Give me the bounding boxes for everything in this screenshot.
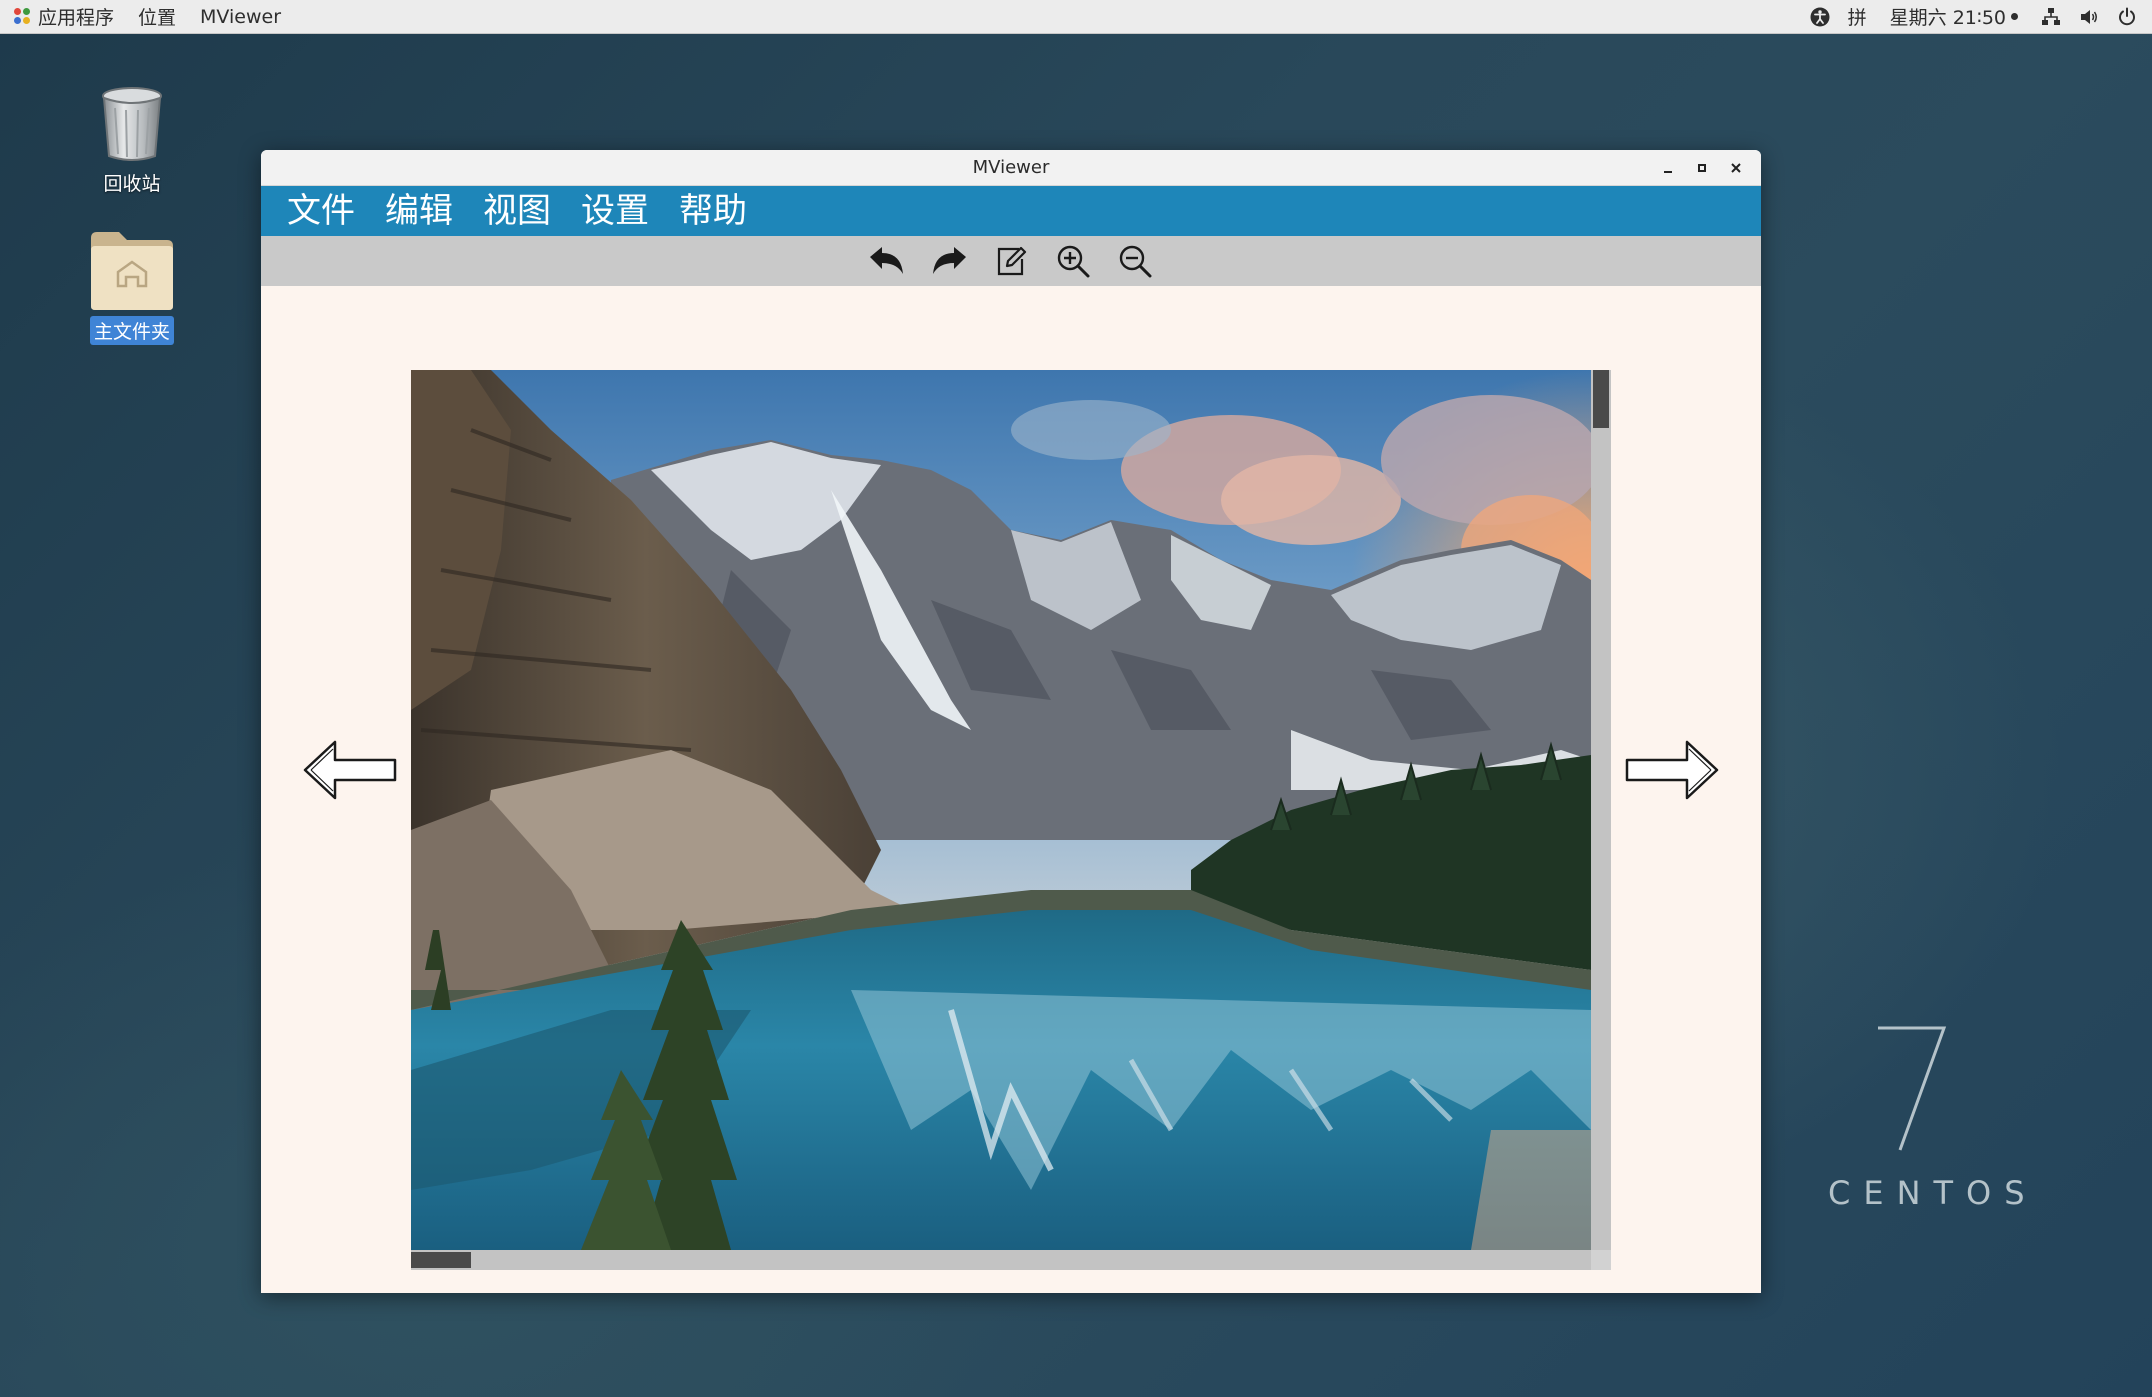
applications-menu[interactable]: 应用程序 [10,0,126,33]
active-app-menu[interactable]: MViewer [188,0,293,33]
image-viewport[interactable] [411,370,1611,1270]
top-panel: 应用程序 位置 MViewer 拼 星期六 21∶50 [0,0,2152,34]
clock-label: 星期六 21∶50 [1889,7,2006,29]
centos-version-mark [1878,1026,1947,1151]
mviewer-window: MViewer 文件 编辑 视图 设置 帮助 [261,150,1761,1293]
zoom-out-icon [1119,245,1152,278]
vertical-scrollbar[interactable] [1591,370,1611,1250]
menu-file[interactable]: 文件 [287,186,355,236]
minimize-button[interactable] [1651,150,1685,186]
close-button[interactable] [1719,150,1753,186]
desktop-icon-trash[interactable]: 回收站 [72,84,192,197]
active-app-label: MViewer [200,5,282,28]
home-folder-icon [91,232,173,310]
applications-label: 应用程序 [38,7,115,29]
undo-icon [870,247,903,274]
window-title: MViewer [972,157,1050,178]
horizontal-scrollbar-thumb[interactable] [411,1252,471,1268]
accessibility-icon[interactable] [1801,0,1839,33]
minimize-icon [1664,171,1672,173]
menu-help[interactable]: 帮助 [679,186,747,236]
zoom-in-button[interactable] [1042,236,1104,286]
viewer-content [261,286,1761,1293]
window-titlebar[interactable]: MViewer [261,150,1761,186]
undo-button[interactable] [856,236,918,286]
next-arrow-icon[interactable] [1623,738,1719,802]
menu-view[interactable]: 视图 [483,186,551,236]
centos-brand-text: CENTOS [1828,1174,2038,1212]
trash-icon [102,87,162,161]
input-method-indicator[interactable]: 拼 [1839,0,1876,33]
menu-edit[interactable]: 编辑 [385,186,453,236]
toolbar [261,236,1761,286]
edit-icon [997,246,1027,276]
mountain-lake-photo [411,370,1591,1250]
desktop-icon-label: 回收站 [103,173,161,195]
places-label: 位置 [138,7,177,29]
menu-bar: 文件 编辑 视图 设置 帮助 [261,186,1761,236]
edit-button[interactable] [980,236,1042,286]
places-menu[interactable]: 位置 [126,0,188,33]
desktop-icon-label: 主文件夹 [89,316,174,345]
prev-arrow-icon[interactable] [303,738,399,802]
maximize-button[interactable] [1685,150,1719,186]
volume-icon[interactable] [2070,0,2108,33]
menu-settings[interactable]: 设置 [581,186,649,236]
input-method-label: 拼 [1847,7,1867,29]
power-icon[interactable] [2108,0,2146,33]
scrollbar-corner [1591,1250,1611,1270]
notification-dot-icon [2011,13,2018,20]
zoom-out-button[interactable] [1104,236,1166,286]
network-icon[interactable] [2032,0,2070,33]
desktop-icon-home[interactable]: 主文件夹 [72,228,192,345]
zoom-in-icon [1057,245,1090,278]
redo-icon [933,247,966,274]
maximize-icon [1698,164,1706,172]
horizontal-scrollbar[interactable] [411,1250,1591,1270]
redo-button[interactable] [918,236,980,286]
close-icon [1731,163,1741,173]
clock[interactable]: 星期六 21∶50 [1876,0,2032,33]
vertical-scrollbar-thumb[interactable] [1593,370,1609,428]
applications-icon [14,7,32,26]
